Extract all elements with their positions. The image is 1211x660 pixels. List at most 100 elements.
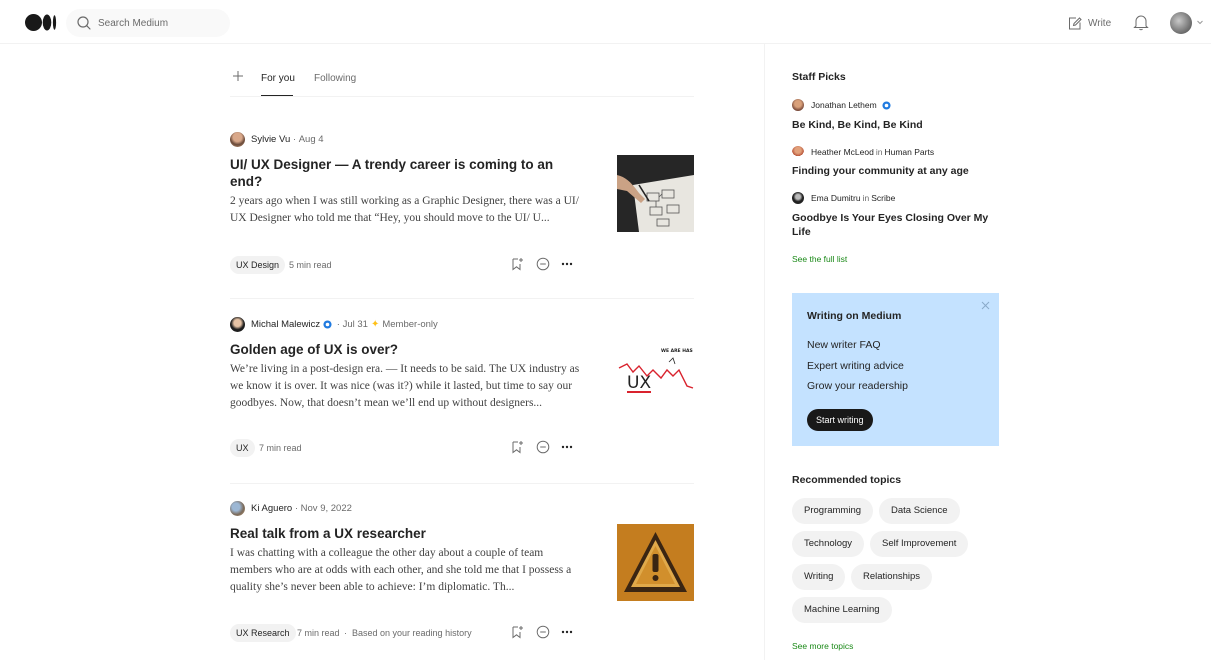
article-snippet[interactable]: I was chatting with a colleague the othe… bbox=[230, 545, 580, 597]
article-footer: UX Research 7 min read · Based on your r… bbox=[230, 624, 694, 642]
article-title[interactable]: Real talk from a UX researcher bbox=[230, 525, 560, 542]
ux-thumb-small-text: WE ARE HAS bbox=[661, 348, 693, 354]
member-star-icon: ✦ bbox=[370, 318, 380, 330]
pick-author-name[interactable]: Heather McLeod bbox=[811, 147, 874, 157]
show-less-icon[interactable] bbox=[536, 440, 550, 454]
search-box[interactable] bbox=[66, 9, 230, 37]
bookmark-add-icon[interactable] bbox=[510, 625, 524, 639]
chevron-down-icon[interactable] bbox=[1196, 18, 1204, 26]
promo-link-readership[interactable]: Grow your readership bbox=[807, 380, 908, 392]
article-card[interactable]: Ki Aguero · Nov 9, 2022 Real talk from a… bbox=[230, 500, 694, 650]
article-meta: Ki Aguero · Nov 9, 2022 bbox=[230, 500, 352, 516]
article-thumbnail[interactable] bbox=[617, 524, 694, 601]
article-footer: UX Design 5 min read bbox=[230, 256, 694, 274]
pick-publication[interactable]: Human Parts bbox=[884, 147, 934, 157]
verified-badge-icon bbox=[882, 100, 891, 110]
topic-chip[interactable]: Writing bbox=[792, 564, 846, 590]
write-icon bbox=[1069, 16, 1082, 29]
pick-author[interactable]: Jonathan Lethem bbox=[792, 98, 893, 112]
active-tab-underline bbox=[261, 95, 293, 96]
topic-tag[interactable]: UX Design bbox=[230, 256, 286, 274]
search-icon bbox=[77, 16, 91, 30]
author-avatar[interactable] bbox=[230, 316, 245, 332]
show-less-icon[interactable] bbox=[536, 625, 550, 639]
article-meta: Sylvie Vu · Aug 4 bbox=[230, 131, 324, 147]
more-options-icon[interactable] bbox=[560, 625, 574, 639]
topic-chip[interactable]: Machine Learning bbox=[792, 597, 892, 623]
topic-chip[interactable]: Programming bbox=[792, 498, 874, 524]
topic-chip[interactable]: Data Science bbox=[879, 498, 960, 524]
staff-picks-heading: Staff Picks bbox=[792, 71, 846, 83]
pick-author-name[interactable]: Ema Dumitru bbox=[811, 193, 861, 203]
pick-in-label: in bbox=[862, 193, 870, 203]
write-button[interactable]: Write bbox=[1067, 14, 1111, 32]
topic-chip[interactable]: Technology bbox=[792, 531, 865, 557]
pick-title[interactable]: Finding your community at any age bbox=[792, 164, 992, 178]
pick-in-label: in bbox=[875, 147, 883, 157]
start-writing-button[interactable]: Start writing bbox=[807, 409, 873, 431]
author-name[interactable]: Ki Aguero bbox=[251, 503, 292, 514]
topic-tag[interactable]: UX Research bbox=[230, 624, 296, 642]
see-more-topics-link[interactable]: See more topics bbox=[792, 641, 853, 651]
pick-title[interactable]: Be Kind, Be Kind, Be Kind bbox=[792, 118, 992, 132]
close-icon[interactable] bbox=[981, 301, 990, 310]
topic-chip[interactable]: Self Improvement bbox=[870, 531, 969, 557]
author-name[interactable]: Sylvie Vu bbox=[251, 134, 290, 145]
bookmark-add-icon[interactable] bbox=[510, 257, 524, 271]
article-card[interactable]: Sylvie Vu · Aug 4 UI/ UX Designer — A tr… bbox=[230, 131, 694, 281]
show-less-icon[interactable] bbox=[536, 257, 550, 271]
user-avatar[interactable] bbox=[1170, 12, 1192, 34]
article-thumbnail[interactable] bbox=[617, 155, 694, 232]
article-thumbnail[interactable]: UX WE ARE HAS bbox=[617, 340, 694, 417]
read-time: 5 min read bbox=[289, 260, 332, 270]
author-avatar bbox=[792, 146, 804, 158]
separator-dot: · bbox=[344, 628, 347, 638]
sidebar-divider bbox=[764, 44, 765, 660]
pick-publication[interactable]: Scribe bbox=[871, 193, 895, 203]
topic-tag[interactable]: UX bbox=[230, 439, 255, 457]
recommended-topics-heading: Recommended topics bbox=[792, 474, 902, 486]
ux-thumb-text: UX bbox=[627, 373, 651, 393]
topic-chip[interactable]: Relationships bbox=[851, 564, 933, 590]
article-title[interactable]: UI/ UX Designer — A trendy career is com… bbox=[230, 156, 560, 190]
article-footer: UX 7 min read bbox=[230, 439, 694, 457]
warning-sign-image-icon bbox=[617, 524, 694, 601]
verified-badge-icon bbox=[323, 319, 332, 329]
publish-date: Jul 31 bbox=[342, 318, 368, 330]
recommendation-reason: Based on your reading history bbox=[352, 628, 472, 638]
plus-icon[interactable] bbox=[232, 70, 244, 82]
article-card[interactable]: Michal Malewicz · Jul 31 ✦ Member-only G… bbox=[230, 316, 694, 466]
article-snippet[interactable]: We’re living in a post-design era. — It … bbox=[230, 361, 580, 413]
more-options-icon[interactable] bbox=[560, 440, 574, 454]
author-avatar bbox=[792, 99, 804, 111]
notifications-bell-icon[interactable] bbox=[1132, 13, 1150, 32]
article-title[interactable]: Golden age of UX is over? bbox=[230, 341, 560, 358]
tab-for-you[interactable]: For you bbox=[261, 73, 295, 84]
see-full-list-link[interactable]: See the full list bbox=[792, 254, 847, 264]
read-time: 7 min read bbox=[297, 628, 340, 638]
publish-date: Aug 4 bbox=[298, 133, 324, 145]
author-name[interactable]: Michal Malewicz bbox=[251, 319, 320, 330]
pick-title[interactable]: Goodbye Is Your Eyes Closing Over My Lif… bbox=[792, 211, 992, 239]
promo-link-advice[interactable]: Expert writing advice bbox=[807, 360, 904, 372]
bookmark-add-icon[interactable] bbox=[510, 440, 524, 454]
medium-logo-icon[interactable] bbox=[25, 14, 57, 31]
tab-following[interactable]: Following bbox=[314, 73, 356, 84]
author-avatar[interactable] bbox=[230, 131, 245, 147]
pick-author[interactable]: Ema Dumitru in Scribe bbox=[792, 191, 895, 205]
ux-chart-image-icon: UX WE ARE HAS bbox=[618, 348, 694, 393]
author-avatar bbox=[792, 192, 804, 204]
publish-date: Nov 9, 2022 bbox=[300, 502, 352, 514]
pick-author[interactable]: Heather McLeod in Human Parts bbox=[792, 145, 934, 159]
pick-author-name[interactable]: Jonathan Lethem bbox=[811, 100, 877, 110]
article-meta: Michal Malewicz · Jul 31 ✦ Member-only bbox=[230, 316, 438, 332]
article-divider bbox=[230, 483, 694, 484]
feed-tabs: For you Following bbox=[230, 66, 694, 97]
more-options-icon[interactable] bbox=[560, 257, 574, 271]
top-bar: Write bbox=[0, 0, 1211, 44]
promo-link-faq[interactable]: New writer FAQ bbox=[807, 339, 881, 351]
article-snippet[interactable]: 2 years ago when I was still working as … bbox=[230, 193, 580, 227]
writing-promo-card: Writing on Medium New writer FAQ Expert … bbox=[792, 293, 999, 446]
search-input[interactable] bbox=[98, 9, 224, 37]
author-avatar[interactable] bbox=[230, 500, 245, 516]
